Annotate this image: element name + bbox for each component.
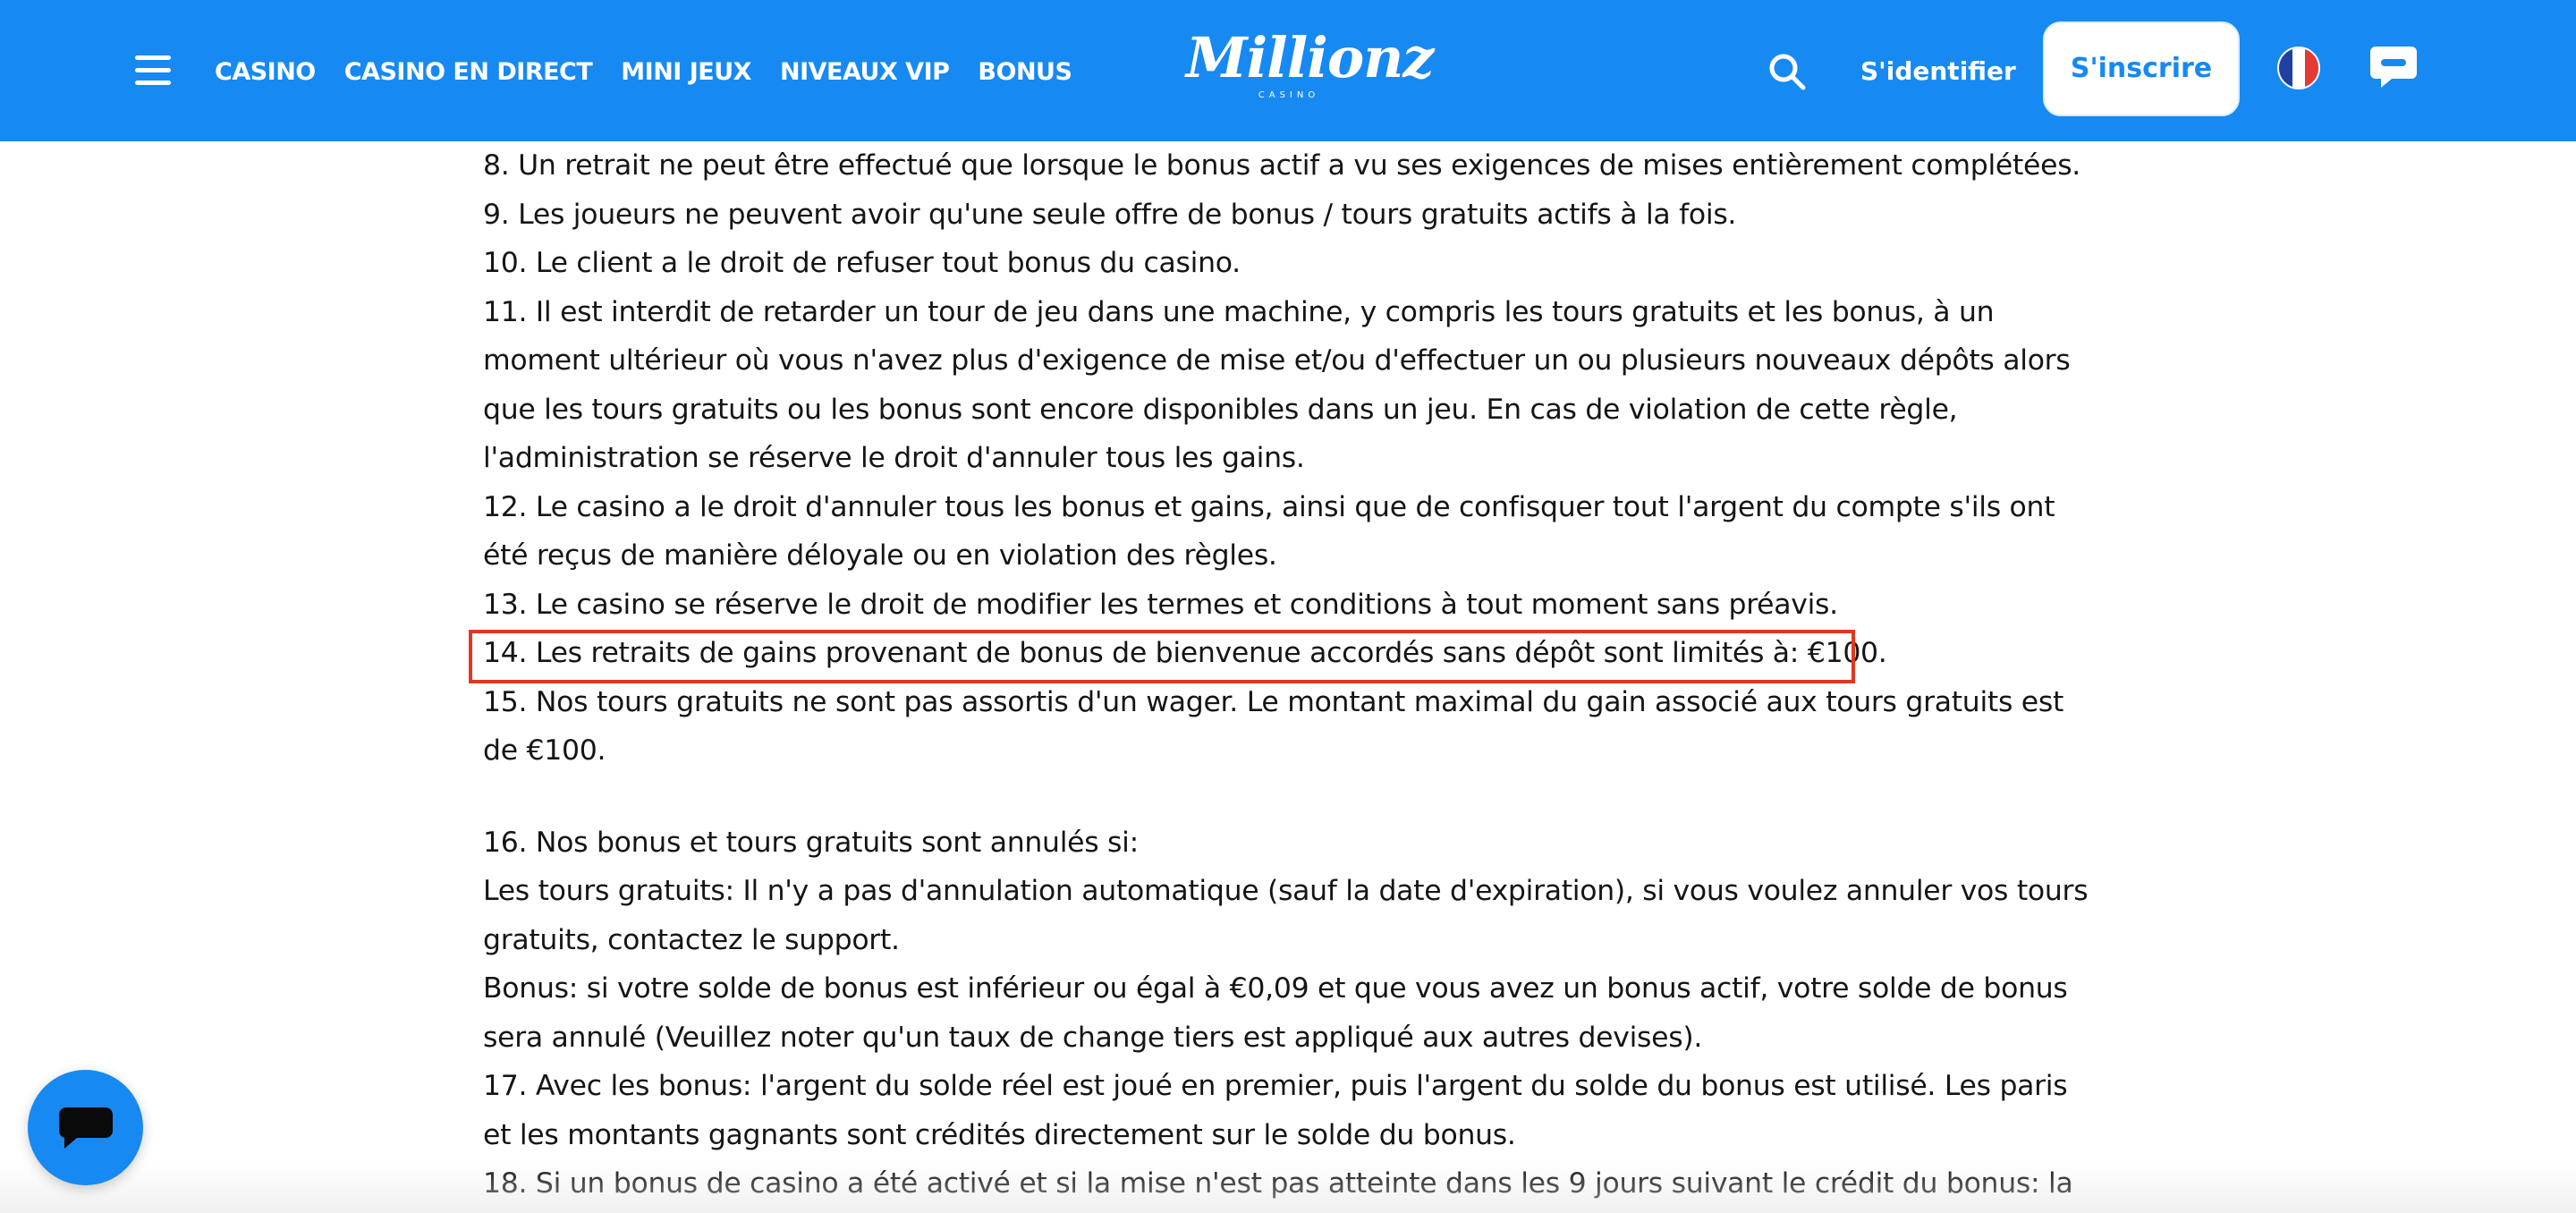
- site-header: CASINO CASINO EN DIRECT MINI JEUX NIVEAU…: [0, 0, 2576, 141]
- terms-item-15: 15. Nos tours gratuits ne sont pas assor…: [483, 685, 2064, 768]
- nav-casino-en-direct[interactable]: CASINO EN DIRECT: [344, 58, 593, 86]
- terms-item-8: 8. Un retrait ne peut être effectué que …: [483, 149, 2081, 182]
- menu-icon[interactable]: [135, 55, 171, 85]
- terms-bonus-rule: Bonus: si votre solde de bonus est infér…: [483, 972, 2068, 1054]
- nav-bonus[interactable]: BONUS: [978, 58, 1072, 86]
- login-link[interactable]: S'identifier: [1860, 52, 2016, 91]
- terms-content: 8. Un retrait ne peut être effectué que …: [483, 141, 2093, 1209]
- terms-item-17: 17. Avec les bonus: l'argent du solde ré…: [483, 1070, 2068, 1151]
- site-logo[interactable]: Millionz CASINO: [1186, 25, 1434, 109]
- terms-item-12: 12. Le casino a le droit d'annuler tous …: [483, 490, 2055, 573]
- search-icon[interactable]: [1767, 52, 1807, 91]
- terms-item-11: 11. Il est interdit de retarder un tour …: [483, 295, 2071, 475]
- france-flag-icon[interactable]: [2277, 47, 2320, 89]
- terms-item-16: 16. Nos bonus et tours gratuits sont ann…: [483, 826, 1139, 859]
- terms-item-13: 13. Le casino se réserve le droit de mod…: [483, 588, 1838, 621]
- signup-button[interactable]: S'inscrire: [2043, 21, 2240, 116]
- chat-bubble-icon: [58, 1107, 113, 1149]
- nav-niveaux-vip[interactable]: NIVEAUX VIP: [780, 58, 950, 86]
- terms-free-spins-rule: Les tours gratuits: Il n'y a pas d'annul…: [483, 875, 2089, 956]
- nav-mini-jeux[interactable]: MINI JEUX: [621, 58, 751, 86]
- logo-wordmark: Millionz: [1186, 25, 1434, 90]
- terms-item-9: 9. Les joueurs ne peuvent avoir qu'une s…: [483, 198, 1737, 231]
- terms-item-14: 14. Les retraits de gains provenant de b…: [483, 637, 1887, 669]
- live-chat-button[interactable]: [28, 1070, 143, 1185]
- terms-item-10: 10. Le client a le droit de refuser tout…: [483, 247, 1241, 279]
- terms-item-18: 18. Si un bonus de casino a été activé e…: [483, 1167, 2073, 1200]
- nav-casino[interactable]: CASINO: [215, 58, 316, 86]
- chat-icon[interactable]: [2368, 45, 2419, 89]
- logo-subtitle: CASINO: [1258, 90, 1320, 100]
- main-nav: CASINO CASINO EN DIRECT MINI JEUX NIVEAU…: [215, 52, 1100, 91]
